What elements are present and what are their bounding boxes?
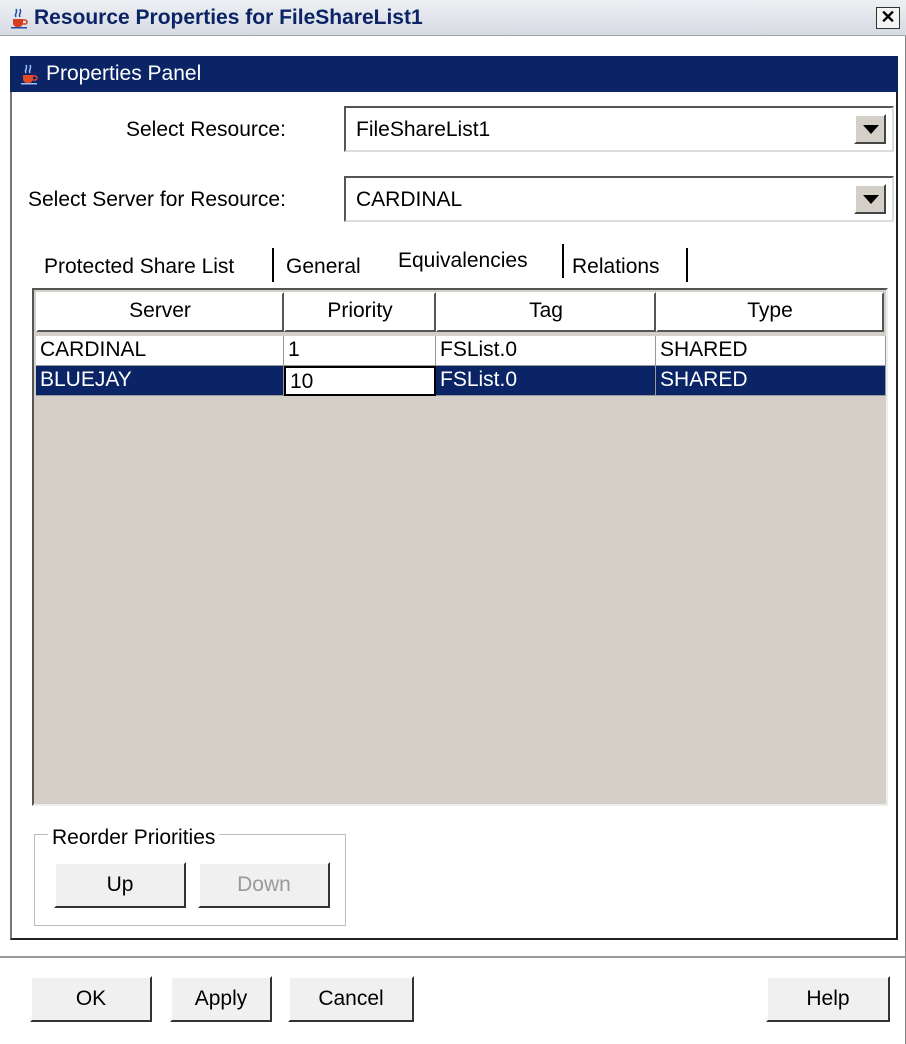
resource-properties-window: Resource Properties for FileShareList1 ✕…: [0, 0, 906, 1044]
title-bar[interactable]: Resource Properties for FileShareList1 ✕: [0, 0, 906, 36]
tab-equivalencies[interactable]: Equivalencies: [398, 246, 528, 280]
column-header-tag[interactable]: Tag: [436, 292, 656, 332]
select-server-value: CARDINAL: [356, 188, 463, 211]
select-resource-dropdown[interactable]: FileShareList1: [344, 106, 894, 152]
close-button[interactable]: ✕: [876, 7, 900, 29]
tab-divider: [272, 248, 274, 282]
tab-protected-share-list[interactable]: Protected Share List: [44, 252, 234, 286]
tab-divider: [686, 248, 688, 282]
cell-server[interactable]: CARDINAL: [36, 336, 284, 366]
cancel-button[interactable]: Cancel: [288, 976, 414, 1022]
properties-panel-header: Properties Panel: [10, 56, 898, 92]
select-resource-value: FileShareList1: [356, 118, 491, 141]
tab-relations[interactable]: Relations: [572, 252, 660, 286]
table-row[interactable]: BLUEJAY 10 FSList.0 SHARED: [36, 366, 886, 396]
column-header-priority[interactable]: Priority: [284, 292, 436, 332]
apply-button[interactable]: Apply: [170, 976, 272, 1022]
window-title: Resource Properties for FileShareList1: [34, 6, 423, 29]
table-row[interactable]: CARDINAL 1 FSList.0 SHARED: [36, 336, 886, 366]
cell-type[interactable]: SHARED: [656, 336, 886, 366]
java-cup-icon: [21, 64, 38, 85]
down-button[interactable]: Down: [198, 862, 330, 908]
up-button[interactable]: Up: [54, 862, 186, 908]
priority-edit-field[interactable]: 10: [284, 366, 436, 396]
ok-button[interactable]: OK: [30, 976, 152, 1022]
cell-priority[interactable]: 1: [284, 336, 436, 366]
select-resource-label: Select Resource:: [126, 118, 286, 141]
column-header-type[interactable]: Type: [656, 292, 884, 332]
cell-tag[interactable]: FSList.0: [436, 366, 656, 396]
tab-general[interactable]: General: [286, 252, 361, 286]
tab-divider: [562, 244, 564, 278]
select-server-dropdown[interactable]: CARDINAL: [344, 176, 894, 222]
select-server-label: Select Server for Resource:: [28, 188, 286, 211]
equivalencies-table: Server Priority Tag Type CARDINAL 1 FSLi…: [32, 288, 888, 806]
cell-type[interactable]: SHARED: [656, 366, 886, 396]
panel-title: Properties Panel: [46, 62, 202, 85]
reorder-priorities-title: Reorder Priorities: [48, 826, 220, 850]
chevron-down-icon[interactable]: [854, 184, 886, 214]
footer-divider: [0, 956, 906, 958]
chevron-down-icon[interactable]: [854, 114, 886, 144]
help-button[interactable]: Help: [766, 976, 890, 1022]
cell-server[interactable]: BLUEJAY: [36, 366, 284, 396]
column-header-server[interactable]: Server: [36, 292, 284, 332]
java-cup-icon: [11, 8, 28, 29]
cell-tag[interactable]: FSList.0: [436, 336, 656, 366]
